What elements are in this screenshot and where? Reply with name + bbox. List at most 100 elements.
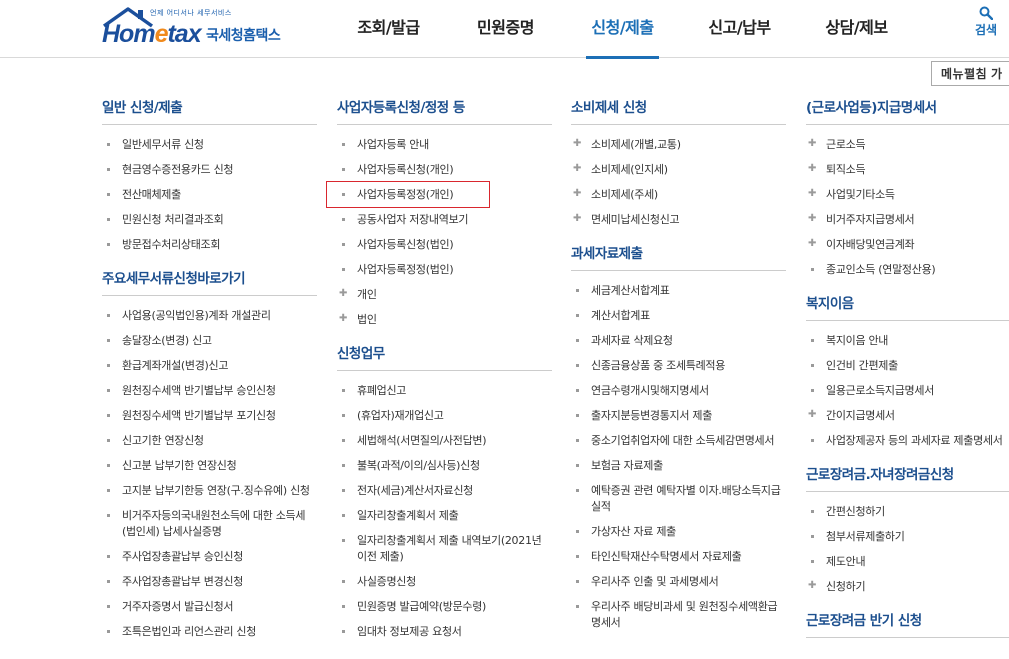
menu-item[interactable]: 일자리창출계획서 제출 내역보기(2021년 이전 제출) [337, 528, 552, 569]
menu-item[interactable]: 타인신탁재산수탁명세서 자료제출 [571, 544, 786, 569]
expandable-menu-item[interactable]: 간이지급명세서 [806, 403, 1009, 428]
section-title[interactable]: 소비제세 신청 [571, 96, 786, 125]
menu-item[interactable]: 원천징수세액 반기별납부 승인신청 [102, 378, 317, 403]
menu-list: 복지이음 안내인건비 간편제출일용근로소득지급명세서간이지급명세서사업장제공자 … [806, 328, 1009, 453]
menu-item[interactable]: 사실증명신청 [337, 569, 552, 594]
menu-item[interactable]: 전자(세금)계산서자료신청 [337, 478, 552, 503]
search-button[interactable]: 검색 [966, 6, 1006, 38]
menu-item[interactable]: 민원증명 발급예약(방문수령) [337, 594, 552, 619]
expandable-menu-item[interactable]: 면세미납세신청신고 [571, 207, 786, 232]
menu-item[interactable]: 불복(과적/이의/심사등)신청 [337, 453, 552, 478]
menu-section: 사업자등록신청/정정 등사업자등록 안내 사업자등록신청(개인) 사업자등록정정(개… [326, 96, 552, 332]
menu-item[interactable]: 공동사업자 저장내역보기 [337, 207, 552, 232]
menu-item[interactable]: 일반세무서류 신청 [102, 132, 317, 157]
menu-item[interactable]: 복지이음 안내 [806, 328, 1009, 353]
menu-item[interactable]: 우리사주 배당비과세 및 원천징수세액환급명세서 [571, 594, 786, 635]
nav-consult-report[interactable]: 상담/제보 [798, 0, 915, 58]
menu-item[interactable]: 신고기한 연장신청 [102, 428, 317, 453]
menu-item[interactable]: 중소기업취업자에 대한 소득세감면명세서 [571, 428, 786, 453]
expandable-menu-item[interactable]: 소비제세(인지세) [571, 157, 786, 182]
menu-item[interactable]: 첨부서류제출하기 [806, 524, 1009, 549]
section-title[interactable]: 신청업무 [337, 342, 552, 371]
menu-item[interactable]: 비거주자등의국내원천소득에 대한 소득세(법인세) 납세사실증명 [102, 503, 317, 544]
menu-item[interactable]: 임대차 정보제공 요청서 [337, 619, 552, 644]
menu-item[interactable]: 세금계산서합계표 [571, 278, 786, 303]
menu-item[interactable]: 인건비 간편제출 [806, 353, 1009, 378]
menu-item[interactable]: 송달장소(변경) 신고 [102, 328, 317, 353]
menu-item[interactable]: 주사업장총괄납부 승인신청 [102, 544, 317, 569]
menu-item[interactable]: 제도안내 [806, 549, 1009, 574]
menu-item[interactable]: 보험금 자료제출 [571, 453, 786, 478]
expandable-menu-item[interactable]: 사업및기타소득 [806, 182, 1009, 207]
search-label: 검색 [974, 23, 998, 37]
menu-item[interactable]: 전산매체제출 [102, 182, 317, 207]
hometax-logo[interactable]: 언제 어디서나 세무서비스 Hometax 국세청홈택스 [102, 6, 292, 50]
menu-item[interactable]: 사업자등록정정(법인) [337, 257, 552, 282]
menu-item[interactable]: 현금영수증전용카드 신청 [102, 157, 317, 182]
section-title[interactable]: 과세자료제출 [571, 242, 786, 271]
menu-item[interactable]: 신고분 납부기한 연장신청 [102, 453, 317, 478]
menu-item[interactable]: 사업장제공자 등의 과세자료 제출명세서 [806, 428, 1009, 453]
section-title[interactable]: 복지이음 [806, 292, 1009, 321]
menu-item[interactable]: 방문접수처리상태조회 [102, 232, 317, 257]
menu-item[interactable]: 사업자등록신청(법인) [337, 232, 552, 257]
section-title[interactable]: 사업자등록신청/정정 등 [337, 96, 552, 125]
menu-item[interactable]: 우리사주 인출 및 과세명세서 [571, 569, 786, 594]
menu-item[interactable]: 주사업장총괄납부 변경신청 [102, 569, 317, 594]
menu-item[interactable]: 가상자산 자료 제출 [571, 519, 786, 544]
menu-column-3: 소비제세 신청소비제세(개별,교통)소비제세(인지세)소비제세(주세)면세미납세… [571, 96, 786, 635]
nav-inquiry-issue[interactable]: 조회/발급 [330, 0, 447, 58]
menu-column-1: 일반 신청/제출일반세무서류 신청 현금영수증전용카드 신청 전산매체제출 민원신청 … [102, 96, 317, 644]
menu-item[interactable]: 일자리창출계획서 제출 [337, 503, 552, 528]
section-title[interactable]: 근로장려금.자녀장려금신청 [806, 463, 1009, 492]
expandable-menu-item[interactable]: 비거주자지급명세서 [806, 207, 1009, 232]
expandable-menu-item[interactable]: 퇴직소득 [806, 157, 1009, 182]
menu-section: 복지이음복지이음 안내인건비 간편제출일용근로소득지급명세서간이지급명세서사업장… [806, 292, 1009, 453]
menu-expand-button[interactable]: 메뉴펼침 가 [931, 61, 1009, 86]
menu-section: 일반 신청/제출일반세무서류 신청 현금영수증전용카드 신청 전산매체제출 민원신청 … [102, 96, 317, 257]
menu-list: 사업용(공익법인용)계좌 개설관리 송달장소(변경) 신고 환급계좌개설(변경)신고… [102, 303, 317, 644]
section-title[interactable]: 주요세무서류신청바로가기 [102, 267, 317, 296]
logo-word-e: e [154, 20, 169, 48]
menu-item[interactable]: 사업용(공익법인용)계좌 개설관리 [102, 303, 317, 328]
menu-item[interactable]: 원천징수세액 반기별납부 포기신청 [102, 403, 317, 428]
menu-item[interactable]: 과세자료 삭제요청 [571, 328, 786, 353]
menu-item[interactable]: 사업자등록 안내 [337, 132, 552, 157]
menu-item[interactable]: 출자지분등변경통지서 제출 [571, 403, 786, 428]
expandable-menu-item[interactable]: 법인 [337, 307, 552, 332]
menu-item[interactable]: 조특은법인과 리언스관리 신청 [102, 619, 317, 644]
expandable-menu-item[interactable]: 소비제세(주세) [571, 182, 786, 207]
menu-item[interactable]: 세법해석(서면질의/사전답변) [337, 428, 552, 453]
nav-report-pay[interactable]: 신고/납부 [681, 0, 798, 58]
nav-civil-certificates[interactable]: 민원증명 [447, 0, 564, 58]
logo-word-hom: Hom [102, 20, 156, 48]
menu-column-4: (근로사업등)지급명세서근로소득퇴직소득사업및기타소득비거주자지급명세서이자배당… [806, 96, 1009, 645]
menu-item[interactable]: 연금수령개시및해지명세서 [571, 378, 786, 403]
section-title[interactable]: (근로사업등)지급명세서 [806, 96, 1009, 125]
menu-item[interactable]: 사업자등록신청(개인) [337, 157, 552, 182]
menu-section: 소비제세 신청소비제세(개별,교통)소비제세(인지세)소비제세(주세)면세미납세… [571, 96, 786, 232]
menu-item[interactable]: 간편신청하기 [806, 499, 1009, 524]
expandable-menu-item[interactable]: 소비제세(개별,교통) [571, 132, 786, 157]
menu-item[interactable]: (휴업자)재개업신고 [337, 403, 552, 428]
menu-item[interactable]: 민원신청 처리결과조회 [102, 207, 317, 232]
nav-apply-submit[interactable]: 신청/제출 [564, 0, 681, 59]
menu-item[interactable]: 계산서합계표 [571, 303, 786, 328]
expandable-menu-item[interactable]: 근로소득 [806, 132, 1009, 157]
expandable-menu-item[interactable]: 이자배당및연금계좌 [806, 232, 1009, 257]
expandable-menu-item[interactable]: 신청하기 [806, 574, 1009, 599]
menu-item[interactable]: 종교인소득 (연말정산용) [806, 257, 1009, 282]
menu-item[interactable]: 신종금융상품 중 조세특례적용 [571, 353, 786, 378]
section-title[interactable]: 근로장려금 반기 신청 [806, 609, 1009, 638]
menu-item[interactable]: 휴폐업신고 [337, 378, 552, 403]
menu-list: 세금계산서합계표 계산서합계표 과세자료 삭제요청 신종금융상품 중 조세특례적용 연금… [571, 278, 786, 635]
menu-item[interactable]: 일용근로소득지급명세서 [806, 378, 1009, 403]
menu-item[interactable]: 사업자등록정정(개인) [326, 181, 490, 208]
menu-item[interactable]: 예탁증권 관련 예탁자별 이자.배당소득지급 실적 [571, 478, 786, 519]
menu-item[interactable]: 고지분 납부기한등 연장(구.징수유예) 신청 [102, 478, 317, 503]
menu-item[interactable]: 환급계좌개설(변경)신고 [102, 353, 317, 378]
expandable-menu-item[interactable]: 개인 [337, 282, 552, 307]
section-title[interactable]: 일반 신청/제출 [102, 96, 317, 125]
menu-section: 근로장려금.자녀장려금신청간편신청하기첨부서류제출하기제도안내신청하기 [806, 463, 1009, 599]
menu-item[interactable]: 거주자증명서 발급신청서 [102, 594, 317, 619]
